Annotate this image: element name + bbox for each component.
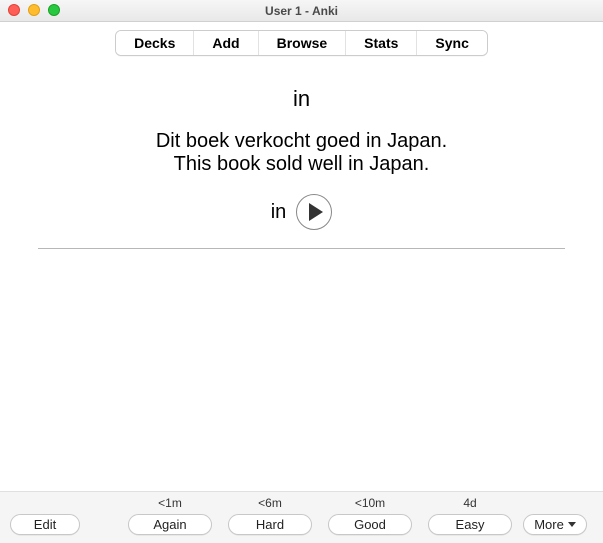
interval-hard: <6m bbox=[220, 496, 320, 510]
hard-button[interactable]: Hard bbox=[228, 514, 312, 535]
minimize-window-button[interactable] bbox=[28, 4, 40, 16]
more-label: More bbox=[534, 517, 564, 532]
audio-label: in bbox=[271, 201, 287, 224]
again-button[interactable]: Again bbox=[128, 514, 212, 535]
sentence-source: Dit boek verkocht goed in Japan. bbox=[20, 130, 583, 153]
sync-button[interactable]: Sync bbox=[416, 31, 486, 55]
play-audio-button[interactable] bbox=[296, 194, 332, 230]
divider bbox=[38, 248, 565, 249]
stats-button[interactable]: Stats bbox=[345, 31, 416, 55]
window-title: User 1 - Anki bbox=[265, 4, 338, 18]
card-front-word: in bbox=[20, 86, 583, 112]
interval-row: <1m <6m <10m 4d bbox=[10, 496, 593, 510]
interval-good: <10m bbox=[320, 496, 420, 510]
card-area: in Dit boek verkocht goed in Japan. This… bbox=[0, 60, 603, 249]
audio-row: in bbox=[20, 194, 583, 230]
add-button[interactable]: Add bbox=[193, 31, 257, 55]
example-sentences: Dit boek verkocht goed in Japan. This bo… bbox=[20, 130, 583, 176]
answer-bar: <1m <6m <10m 4d Edit Again Hard Good Eas… bbox=[0, 491, 603, 543]
close-window-button[interactable] bbox=[8, 4, 20, 16]
easy-button[interactable]: Easy bbox=[428, 514, 512, 535]
good-button[interactable]: Good bbox=[328, 514, 412, 535]
toolbar-segment: Decks Add Browse Stats Sync bbox=[115, 30, 488, 56]
more-button[interactable]: More bbox=[523, 514, 587, 535]
sentence-translation: This book sold well in Japan. bbox=[20, 153, 583, 176]
main-toolbar: Decks Add Browse Stats Sync bbox=[0, 22, 603, 60]
decks-button[interactable]: Decks bbox=[116, 31, 193, 55]
answer-button-row: Edit Again Hard Good Easy More bbox=[10, 514, 593, 535]
browse-button[interactable]: Browse bbox=[258, 31, 346, 55]
chevron-down-icon bbox=[568, 522, 576, 527]
edit-button[interactable]: Edit bbox=[10, 514, 80, 535]
play-icon bbox=[309, 203, 323, 221]
titlebar: User 1 - Anki bbox=[0, 0, 603, 22]
window-controls bbox=[8, 4, 60, 16]
interval-again: <1m bbox=[120, 496, 220, 510]
interval-easy: 4d bbox=[420, 496, 520, 510]
zoom-window-button[interactable] bbox=[48, 4, 60, 16]
